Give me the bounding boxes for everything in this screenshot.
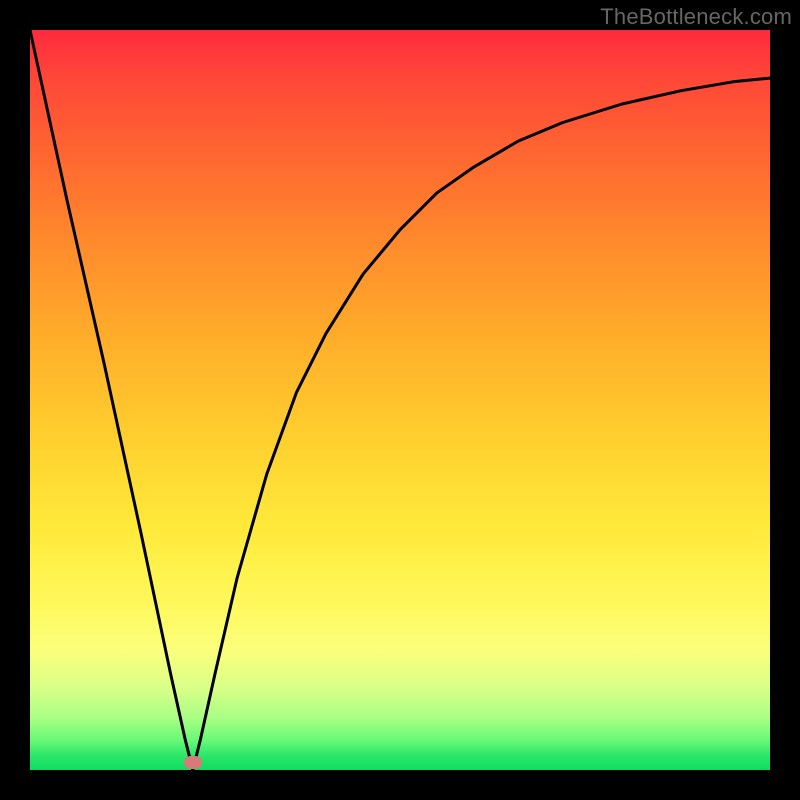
chart-plot-area bbox=[30, 30, 770, 770]
watermark-text: TheBottleneck.com bbox=[600, 4, 792, 30]
curve-path bbox=[30, 30, 770, 770]
minimum-marker bbox=[184, 756, 202, 769]
bottleneck-curve bbox=[30, 30, 770, 770]
chart-frame: TheBottleneck.com bbox=[0, 0, 800, 800]
